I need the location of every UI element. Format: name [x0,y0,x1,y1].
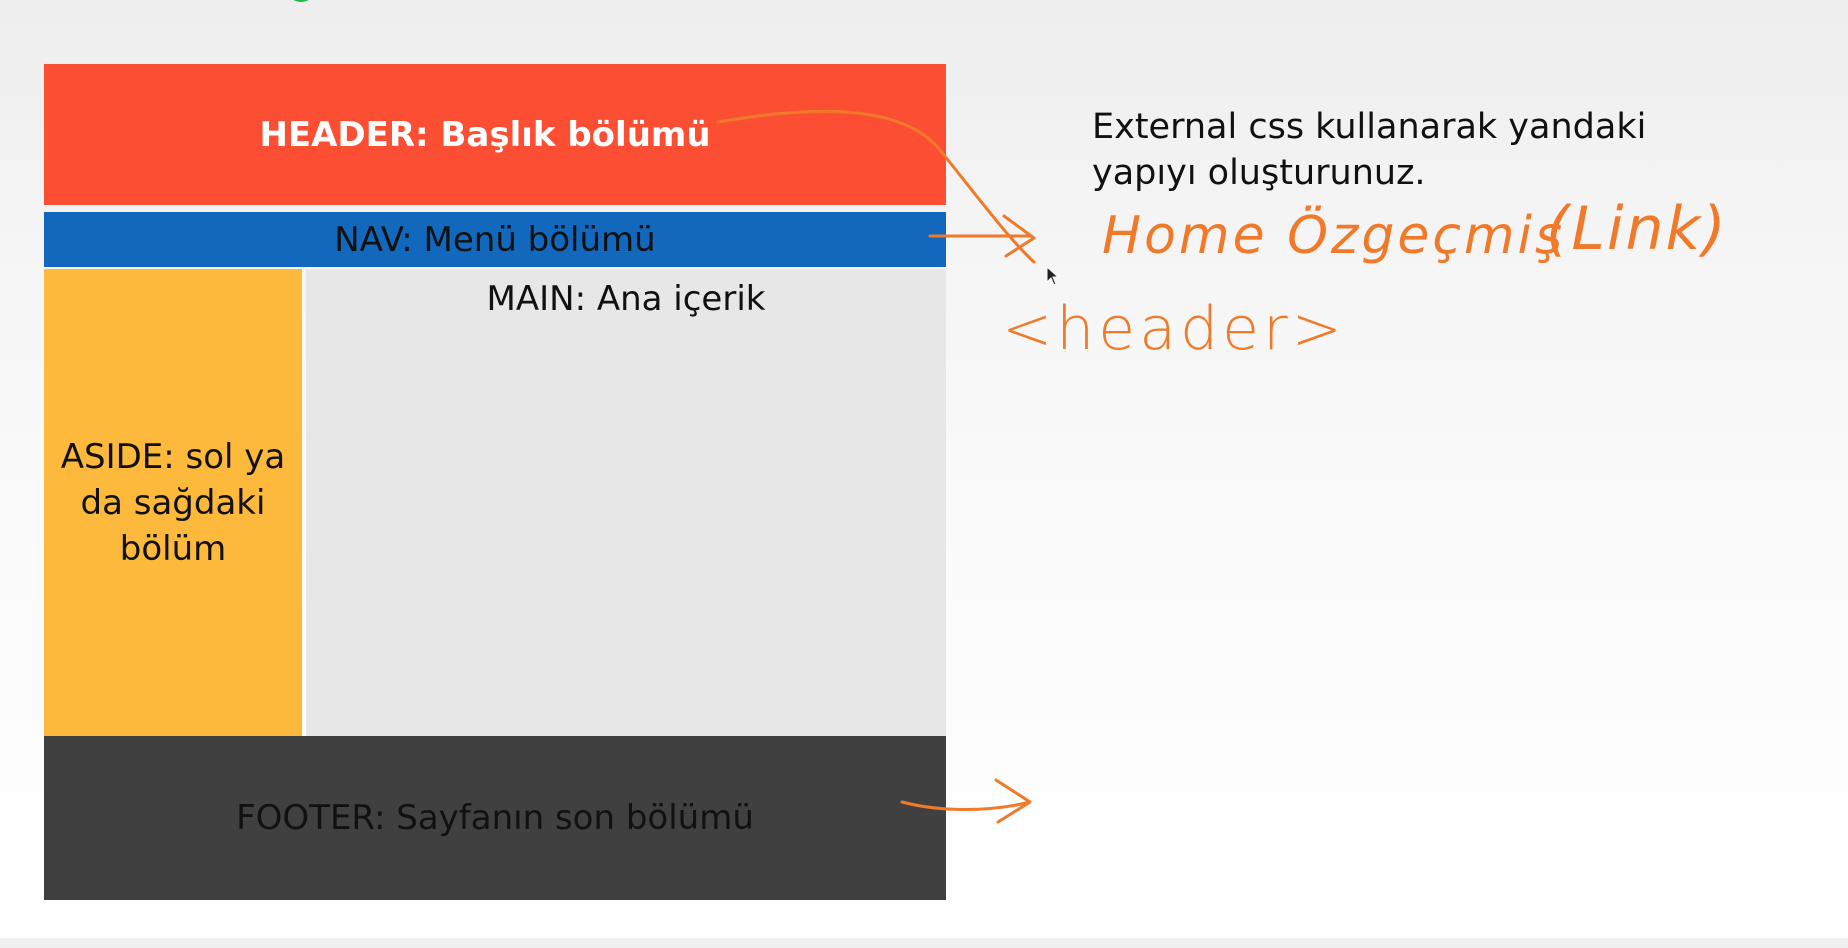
handwritten-link-note: (Link) [1546,194,1728,264]
nav-label: NAV: Menü bölümü [334,219,656,260]
layout-diagram: HEADER: Başlık bölümü NAV: Menü bölümü A… [44,64,946,900]
header-label: HEADER: Başlık bölümü [259,114,711,155]
footer-section: FOOTER: Sayfanın son bölümü [44,736,946,900]
nav-section: NAV: Menü bölümü [44,212,946,267]
aside-section: ASIDE: sol ya da sağdaki bölüm [44,269,302,737]
main-section: MAIN: Ana içerik [306,269,946,737]
green-marker-icon [286,0,316,2]
aside-label: ASIDE: sol ya da sağdaki bölüm [60,437,286,569]
mouse-cursor-icon [1046,266,1060,286]
main-label: MAIN: Ana içerik [486,279,766,319]
header-section: HEADER: Başlık bölümü [44,64,946,205]
instruction-text: External css kullanarak yandaki yapıyı o… [1092,107,1647,193]
bottom-strip [0,938,1848,948]
handwritten-menu-items: Home Özgeçmiş [1102,206,1566,266]
handwritten-header-tag: <header> [1002,294,1346,364]
footer-label: FOOTER: Sayfanın son bölümü [236,798,754,838]
